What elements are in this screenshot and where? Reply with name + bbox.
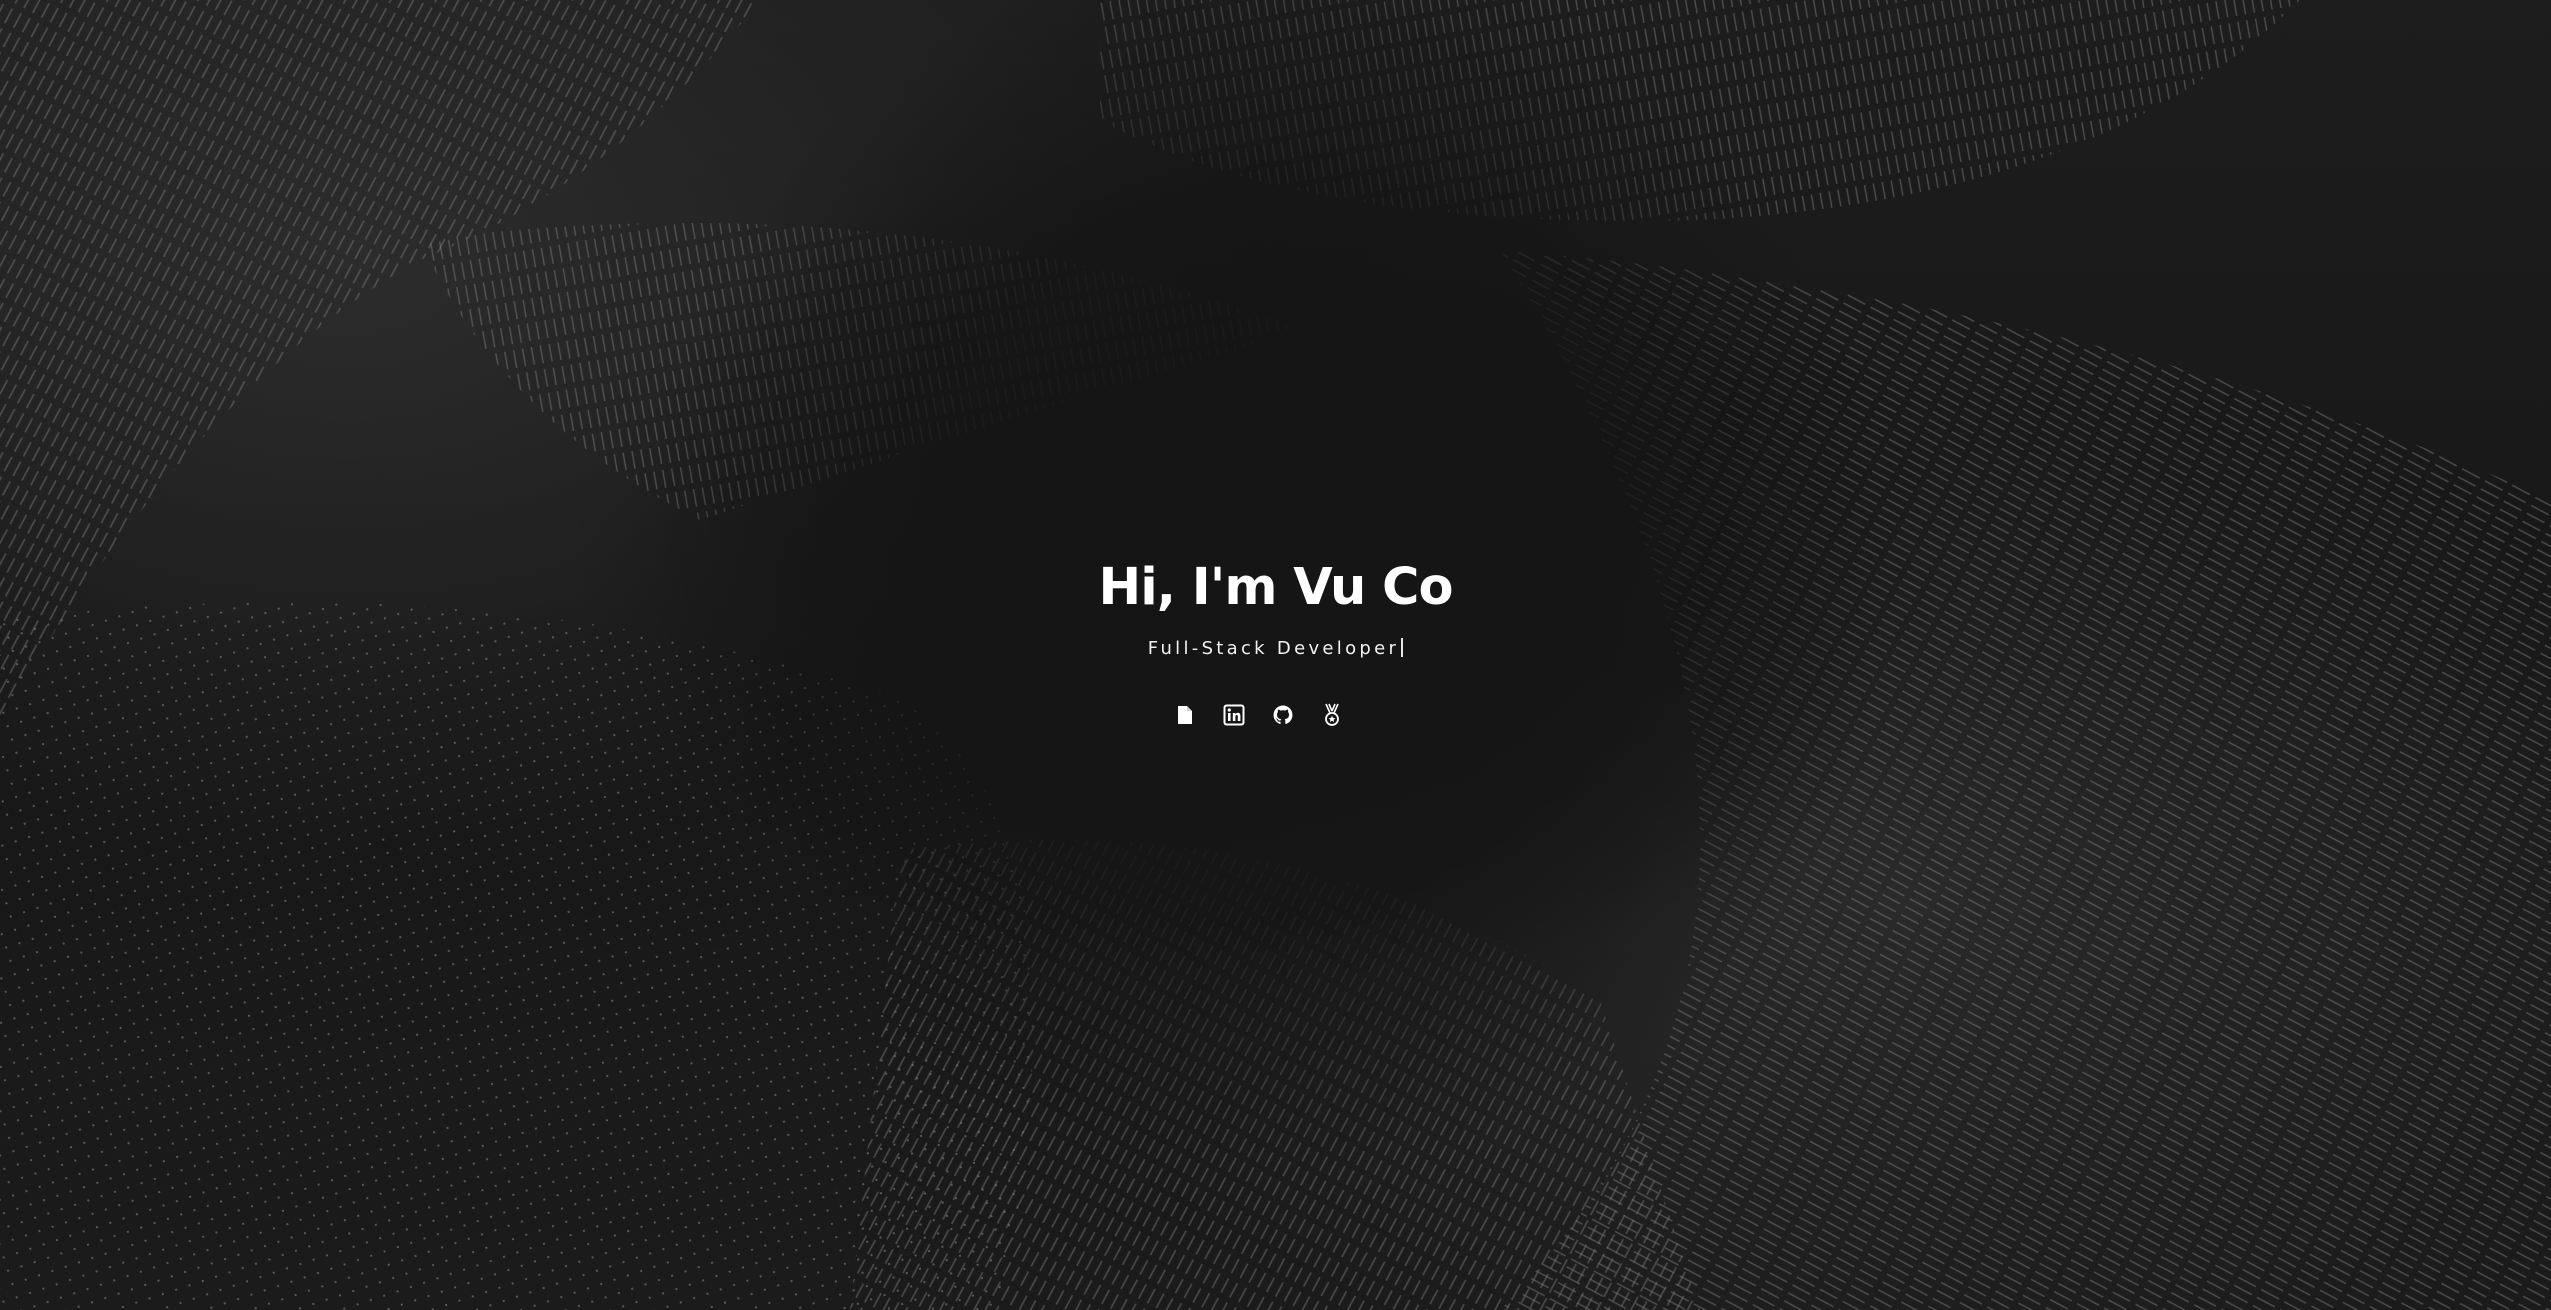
hero-page: Hi, I'm Vu Co Full-Stack Developer [0,0,2551,1310]
medal-icon [1325,703,1339,726]
hero-section: Hi, I'm Vu Co Full-Stack Developer [0,0,2551,1310]
typing-cursor [1401,638,1404,657]
linkedin-link[interactable] [1223,703,1245,727]
hero-subtitle: Full-Stack Developer [0,634,2551,664]
linkedin-icon [1223,704,1245,726]
awards-link[interactable] [1321,703,1343,727]
github-icon [1273,705,1293,724]
hero-title: Hi, I'm Vu Co [1098,558,1454,617]
hero-subtitle-text: Full-Stack Developer [1147,638,1400,659]
github-link[interactable] [1272,703,1294,727]
social-links [1174,703,1343,727]
resume-document-icon [1178,706,1192,724]
resume-link[interactable] [1174,703,1196,727]
